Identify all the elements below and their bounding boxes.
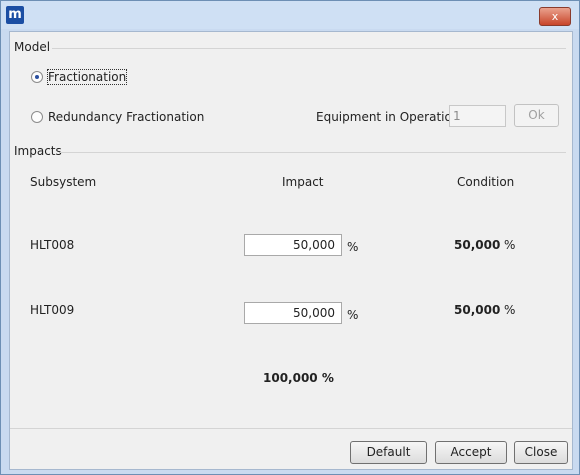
row-2-impact-unit: % — [347, 308, 359, 322]
row-2-condition-unit: % — [504, 303, 516, 317]
redundancy-fractionation-radio[interactable] — [31, 111, 43, 123]
row-1-condition-value: 50,000 — [454, 238, 501, 252]
close-window-button[interactable]: x — [539, 7, 571, 26]
close-icon: x — [551, 10, 559, 23]
fractionation-radio[interactable] — [31, 71, 43, 83]
close-button[interactable]: Close — [514, 441, 568, 464]
impact-column-header: Impact — [282, 175, 324, 189]
row-2-impact-input[interactable]: 50,000 — [244, 302, 342, 324]
row-2-subsystem: HLT009 — [30, 303, 75, 317]
impacts-divider — [60, 152, 566, 153]
redundancy-fractionation-label[interactable]: Redundancy Fractionation — [48, 110, 204, 124]
condition-column-header: Condition — [457, 175, 515, 189]
row-1-impact-input[interactable]: 50,000 — [244, 234, 342, 256]
model-divider — [52, 48, 566, 49]
dialog-window: m x Model Fractionation Redundancy Fract… — [0, 0, 580, 475]
row-1-condition-unit: % — [504, 238, 516, 252]
default-button[interactable]: Default — [350, 441, 427, 464]
row-1-subsystem: HLT008 — [30, 238, 75, 252]
model-section-label: Model — [14, 40, 51, 54]
ok-button[interactable]: Ok — [514, 104, 559, 127]
row-2-condition-value: 50,000 — [454, 303, 501, 317]
titlebar: m x — [1, 1, 579, 29]
impacts-section-label: Impacts — [14, 144, 62, 158]
equipment-in-operation-field[interactable]: 1 — [449, 105, 506, 127]
row-1-impact-unit: % — [347, 240, 359, 254]
app-icon: m — [6, 6, 24, 24]
subsystem-column-header: Subsystem — [30, 175, 97, 189]
fractionation-label[interactable]: Fractionation — [46, 69, 128, 85]
dialog-client-area: Model Fractionation Redundancy Fractiona… — [9, 31, 573, 470]
impact-total: 100,000 % — [263, 371, 334, 385]
equipment-in-operation-label: Equipment in Operation — [316, 110, 460, 124]
accept-button[interactable]: Accept — [435, 441, 507, 464]
footer-divider — [10, 428, 572, 429]
